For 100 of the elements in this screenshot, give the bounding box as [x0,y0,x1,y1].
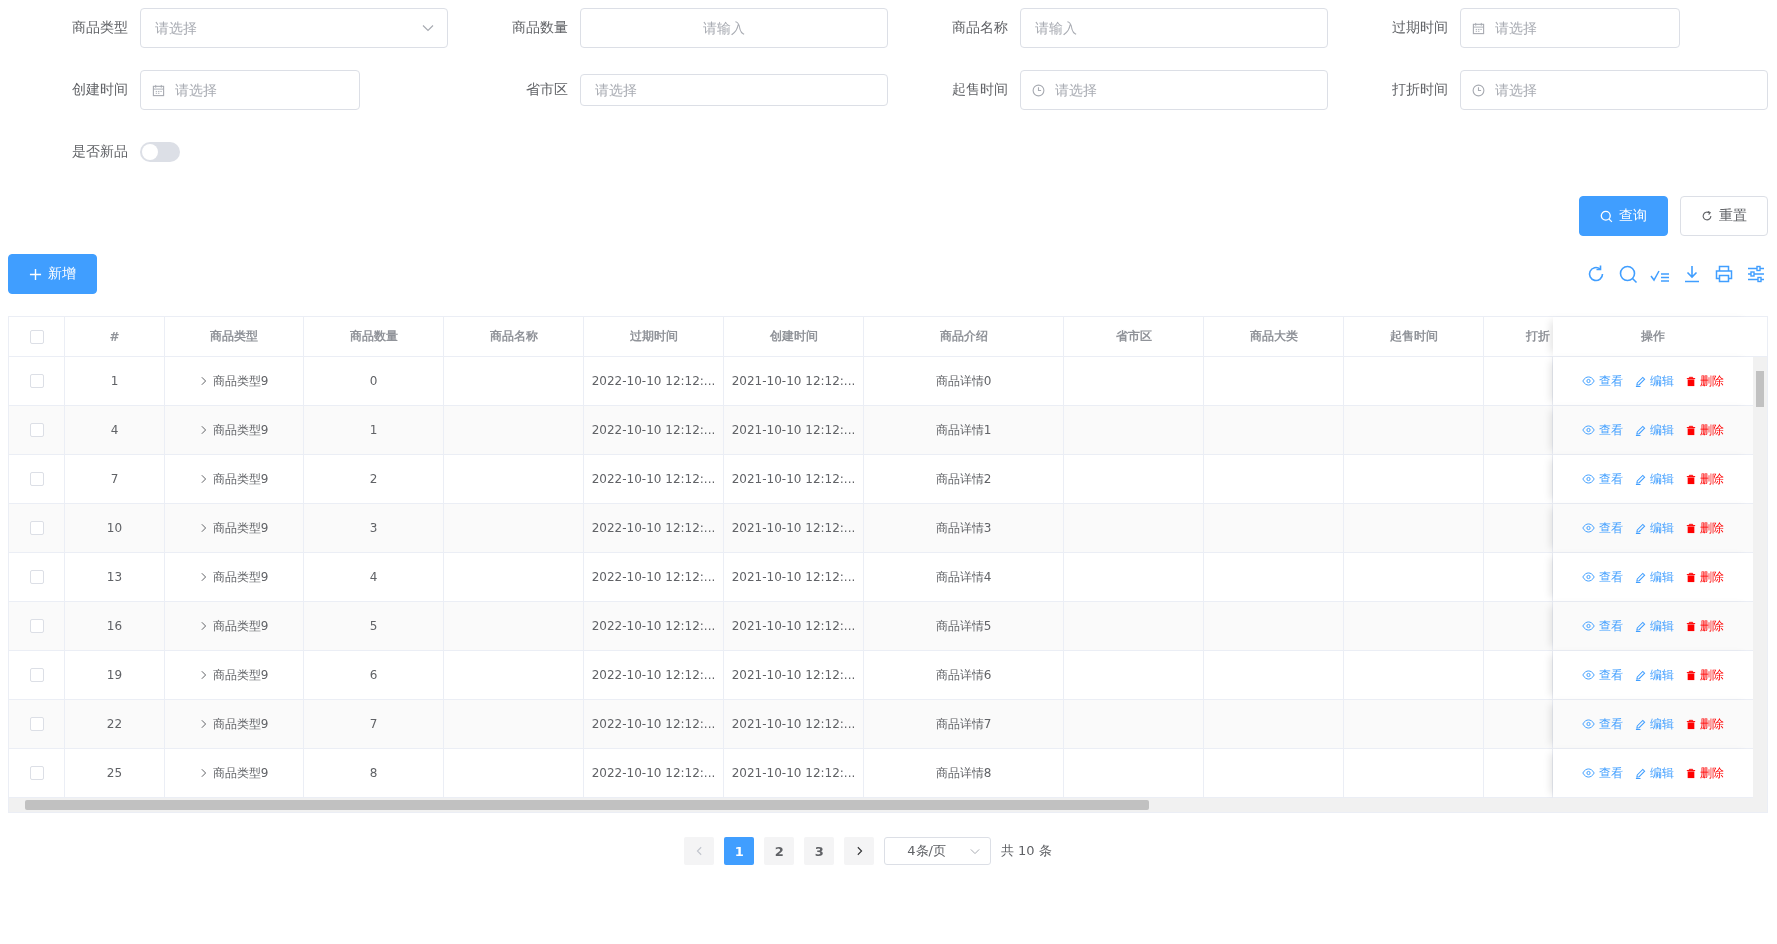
action-link[interactable]: 编辑 [1635,470,1674,488]
checkbox[interactable] [29,374,44,388]
table-cell: 2021-10-10 12:12:... [731,374,856,388]
table-cell: 19 [106,668,123,682]
page-button[interactable]: 1 [724,837,755,865]
action-link[interactable]: 查看 [1582,470,1623,488]
table-cell: 2022-10-10 12:12:... [591,717,716,731]
action-link[interactable]: 查看 [1582,764,1623,782]
column-header: 创建时间 [769,328,818,345]
table-cell: 2021-10-10 12:12:... [731,619,856,633]
table-cell: 商品详情6 [935,666,992,684]
eye-icon [1582,376,1595,386]
chevron-right-icon[interactable] [199,572,207,582]
chevron-right-icon[interactable] [199,474,207,484]
input-field[interactable]: 请选择 [1020,70,1328,110]
trash-icon [1686,375,1696,387]
search-button[interactable]: 查询 [1579,196,1668,236]
action-link[interactable]: 查看 [1582,568,1623,586]
action-link[interactable]: 删除 [1686,421,1724,439]
action-link[interactable]: 删除 [1686,715,1724,733]
action-link[interactable]: 查看 [1582,519,1623,537]
input-field[interactable]: 请输入 [580,8,888,48]
action-link[interactable]: 查看 [1582,372,1623,390]
download-icon[interactable] [1682,264,1702,284]
checkbox[interactable] [29,329,44,344]
action-link[interactable]: 删除 [1686,617,1724,635]
table-cell: 2022-10-10 12:12:... [591,766,716,780]
action-link[interactable]: 删除 [1686,568,1724,586]
page-button[interactable]: 3 [804,837,835,865]
input-field[interactable]: 请选择 [1460,70,1768,110]
action-link[interactable]: 查看 [1582,666,1623,684]
chevron-right-icon[interactable] [199,425,207,435]
page-size-select[interactable]: 4条/页 [884,837,991,865]
action-link[interactable]: 编辑 [1635,421,1674,439]
input-field[interactable]: 请选择 [140,70,360,110]
table-cell: 2021-10-10 12:12:... [731,423,856,437]
table-cell: 6 [369,668,378,682]
eye-icon [1582,572,1595,582]
printer-icon[interactable] [1714,264,1734,284]
table-cell: 1 [369,423,378,437]
action-link[interactable]: 查看 [1582,617,1623,635]
vertical-scrollbar[interactable] [1753,357,1767,798]
checkbox[interactable] [29,766,44,780]
action-link[interactable]: 编辑 [1635,617,1674,635]
column-header: 省市区 [1115,328,1152,345]
pencil-icon [1635,767,1646,779]
input-field[interactable]: 请选择 [1460,8,1680,48]
action-link[interactable]: 查看 [1582,421,1623,439]
next-page-button[interactable] [844,837,875,865]
trash-icon [1686,620,1696,632]
add-button[interactable]: 新增 [8,254,97,294]
chevron-right-icon[interactable] [199,621,207,631]
action-link[interactable]: 编辑 [1635,519,1674,537]
chevron-right-icon[interactable] [199,768,207,778]
table-cell: 4 [369,570,378,584]
action-link[interactable]: 编辑 [1635,764,1674,782]
checkbox[interactable] [29,472,44,486]
table-cell: 商品详情5 [935,617,992,635]
chevron-right-icon[interactable] [199,719,207,729]
toggle-switch[interactable] [140,142,180,162]
chevron-right-icon[interactable] [199,376,207,386]
checkbox[interactable] [29,570,44,584]
input-field[interactable]: 请选择 [140,8,448,48]
table-cell: 商品详情3 [935,519,992,537]
horizontal-scrollbar[interactable] [9,798,1767,812]
table-cell: 商品详情1 [935,421,992,439]
checkbox[interactable] [29,717,44,731]
checkbox[interactable] [29,668,44,682]
action-link[interactable]: 删除 [1686,666,1724,684]
checkbox[interactable] [29,521,44,535]
sliders-icon[interactable] [1746,264,1766,284]
table-cell: 25 [106,766,123,780]
table-cell: 7 [110,472,119,486]
input-field[interactable]: 请选择 [580,74,888,106]
action-link[interactable]: 删除 [1686,519,1724,537]
checkbox[interactable] [29,423,44,437]
search-icon[interactable] [1618,264,1638,284]
action-link[interactable]: 删除 [1686,372,1724,390]
trash-icon [1686,424,1696,436]
table-cell: 2021-10-10 12:12:... [731,570,856,584]
chevron-right-icon[interactable] [199,523,207,533]
action-link[interactable]: 编辑 [1635,372,1674,390]
action-link[interactable]: 查看 [1582,715,1623,733]
column-header: 商品大类 [1249,328,1298,345]
chevron-down-icon [969,847,980,855]
table-cell: 商品详情2 [935,470,992,488]
action-link[interactable]: 删除 [1686,470,1724,488]
reset-button[interactable]: 重置 [1680,196,1768,236]
action-link[interactable]: 删除 [1686,764,1724,782]
column-header: 打折 [1526,328,1550,345]
action-link[interactable]: 编辑 [1635,715,1674,733]
plus-icon [29,267,42,281]
action-link[interactable]: 编辑 [1635,568,1674,586]
refresh-icon[interactable] [1586,264,1606,284]
page-button[interactable]: 2 [764,837,795,865]
input-field[interactable]: 请输入 [1020,8,1328,48]
checkbox[interactable] [29,619,44,633]
chevron-left-icon [695,846,703,856]
chevron-right-icon[interactable] [199,670,207,680]
action-link[interactable]: 编辑 [1635,666,1674,684]
